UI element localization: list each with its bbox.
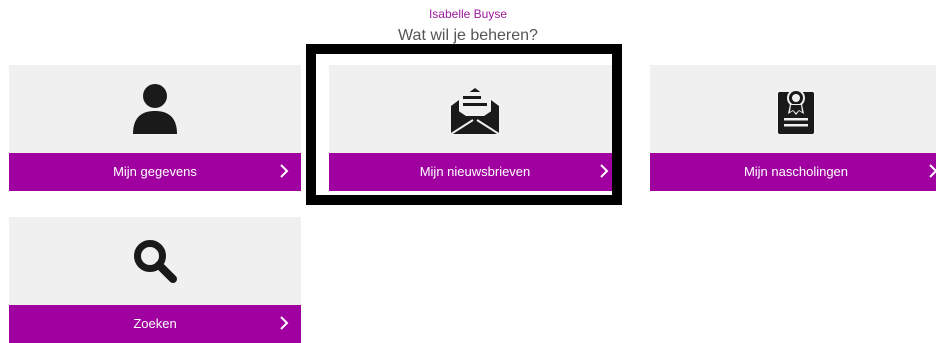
envelope-open-icon <box>329 65 621 153</box>
chevron-right-icon <box>280 316 289 330</box>
tile-button-mijn-gegevens[interactable]: Mijn gegevens <box>9 153 301 191</box>
tile-button-mijn-nascholingen[interactable]: Mijn nascholingen <box>650 153 936 191</box>
tile-button-mijn-nieuwsbrieven[interactable]: Mijn nieuwsbrieven <box>329 153 621 191</box>
page-prompt: Wat wil je beheren? <box>398 27 538 44</box>
tile-label: Mijn nieuwsbrieven <box>419 164 531 179</box>
tile-mijn-nieuwsbrieven[interactable]: Mijn nieuwsbrieven <box>329 65 621 191</box>
certificate-icon <box>650 65 936 153</box>
person-icon <box>9 65 301 153</box>
chevron-right-icon <box>929 164 936 178</box>
tile-label: Mijn nascholingen <box>743 164 849 179</box>
tile-mijn-gegevens[interactable]: Mijn gegevens <box>9 65 301 191</box>
tile-button-zoeken[interactable]: Zoeken <box>9 305 301 343</box>
chevron-right-icon <box>280 164 289 178</box>
tile-label: Mijn gegevens <box>113 164 197 179</box>
user-name: Isabelle Buyse <box>428 7 508 21</box>
tile-label: Zoeken <box>133 316 177 331</box>
search-icon <box>9 217 301 305</box>
tile-zoeken[interactable]: Zoeken <box>9 217 301 343</box>
tile-mijn-nascholingen[interactable]: Mijn nascholingen <box>650 65 936 191</box>
chevron-right-icon <box>600 164 609 178</box>
